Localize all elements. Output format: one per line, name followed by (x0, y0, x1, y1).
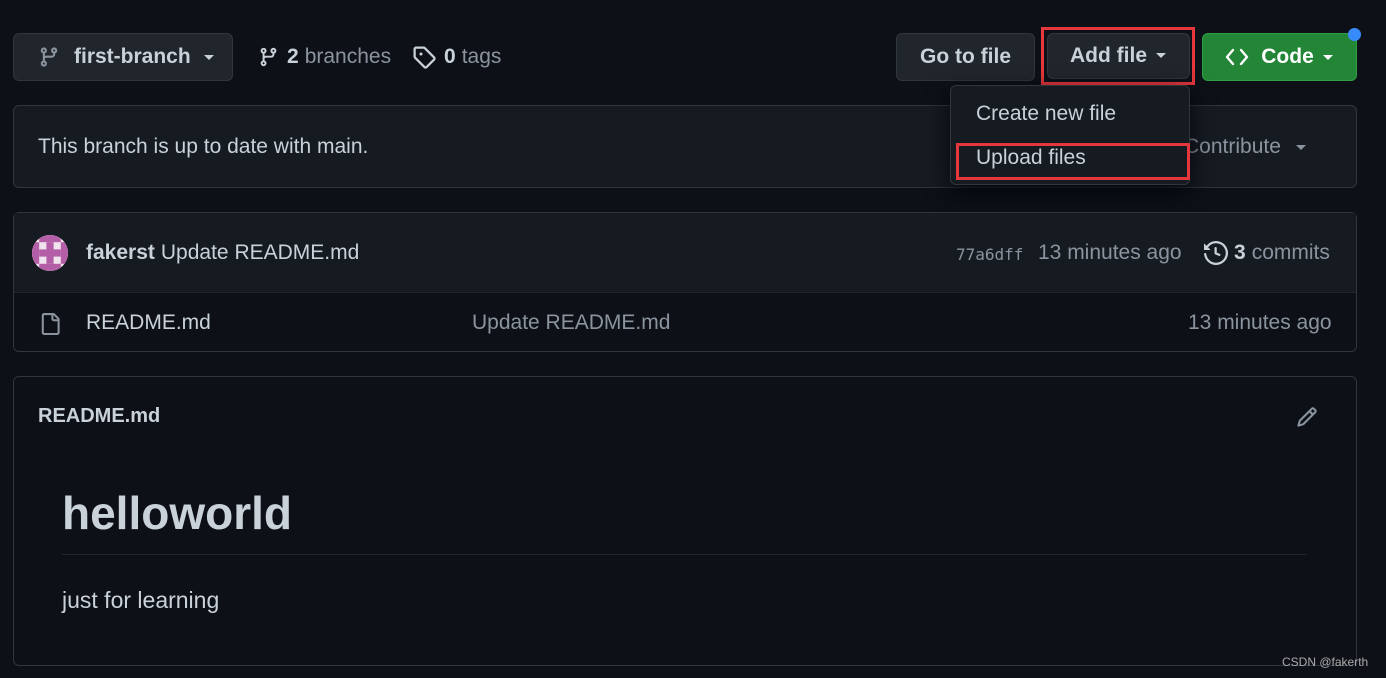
add-file-label: Add file (1070, 44, 1147, 67)
file-time: 13 minutes ago (1188, 311, 1332, 334)
file-commit-message-link[interactable]: Update README.md (472, 311, 670, 335)
commit-sha[interactable]: 77a6dff (956, 245, 1023, 264)
branches-label: branches (304, 45, 392, 68)
caret-down-icon (1295, 145, 1306, 150)
branch-status-text: This branch is up to date with main. (38, 135, 369, 158)
commits-label: commits (1251, 241, 1330, 264)
caret-down-icon (1322, 55, 1333, 60)
contribute-button[interactable]: Contribute (1184, 135, 1307, 159)
readme-paragraph: just for learning (62, 587, 220, 613)
pencil-icon[interactable] (1296, 406, 1318, 433)
caret-down-icon (203, 55, 214, 60)
commit-time: 13 minutes ago (1038, 241, 1182, 264)
tags-label: tags (461, 45, 502, 68)
add-file-button[interactable]: Add file (1047, 33, 1190, 79)
commit-author[interactable]: fakerst (86, 241, 155, 264)
add-file-dropdown (950, 85, 1190, 185)
git-branch-icon (260, 47, 277, 67)
code-icon (1226, 48, 1249, 66)
commits-count: 3 (1234, 241, 1246, 264)
notification-dot (1348, 28, 1361, 41)
contribute-label: Contribute (1184, 135, 1281, 158)
readme-divider (62, 554, 1307, 555)
upload-files-item[interactable]: Upload files (976, 146, 1086, 170)
readme-heading: helloworld (62, 487, 292, 539)
tags-count: 0 (444, 45, 456, 68)
go-to-file-button[interactable]: Go to file (896, 33, 1035, 81)
latest-commit-message: fakerst Update README.md (86, 241, 359, 265)
readme-title[interactable]: README.md (38, 405, 160, 428)
commit-message-link[interactable]: Update README.md (161, 241, 359, 264)
branches-count: 2 (287, 45, 299, 68)
code-button[interactable]: Code (1202, 33, 1357, 81)
watermark: CSDN @fakerth (1282, 655, 1369, 669)
identicon-avatar (32, 235, 68, 271)
file-name-link[interactable]: README.md (86, 311, 211, 335)
branch-selector-button[interactable]: first-branch (13, 33, 233, 81)
go-to-file-label: Go to file (920, 45, 1011, 68)
git-branch-icon (40, 47, 58, 67)
avatar[interactable] (32, 235, 68, 271)
branches-link[interactable]: 2 branches (258, 40, 391, 74)
tag-icon (413, 46, 436, 69)
branch-name: first-branch (74, 45, 191, 68)
commits-history-link[interactable]: 3 commits (1204, 241, 1330, 265)
caret-down-icon (1156, 53, 1166, 58)
code-label: Code (1261, 45, 1314, 68)
tags-link[interactable]: 0 tags (412, 40, 501, 74)
file-icon (39, 311, 61, 342)
create-new-file-item[interactable]: Create new file (976, 102, 1116, 126)
history-icon (1204, 241, 1228, 265)
